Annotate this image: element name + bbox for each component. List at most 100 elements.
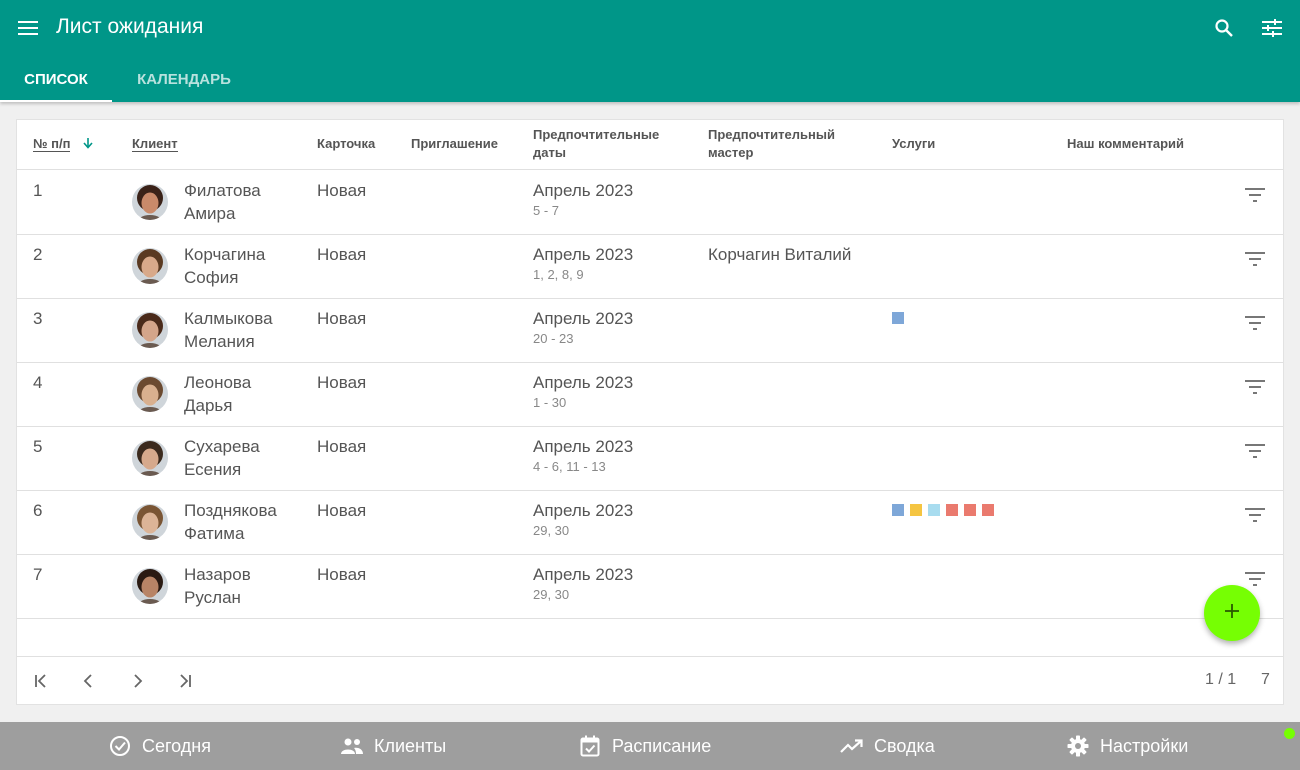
filter-icon[interactable] xyxy=(1243,247,1267,271)
preferred-month: Апрель 2023 xyxy=(533,181,634,200)
card-status: Новая xyxy=(317,245,367,264)
plus-icon xyxy=(1224,603,1240,624)
last-page-icon[interactable] xyxy=(173,669,197,693)
nav-clients-label: Клиенты xyxy=(374,735,447,756)
filter-icon[interactable] xyxy=(1243,567,1267,591)
search-icon[interactable] xyxy=(1210,14,1238,42)
column-invite-header: Приглашение xyxy=(411,136,498,151)
client-name[interactable]: Калмыкова Мелания xyxy=(184,307,273,353)
row-number: 3 xyxy=(33,309,43,328)
column-comment-header: Наш комментарий xyxy=(1067,136,1185,151)
row-number: 7 xyxy=(33,565,43,584)
column-master-label-1: Предпочтительный xyxy=(708,127,835,142)
column-dates-label-1: Предпочтительные xyxy=(533,127,660,142)
tab-list[interactable]: СПИСОК xyxy=(0,56,112,102)
column-dates-label-2: даты xyxy=(533,145,566,160)
column-services-header: Услуги xyxy=(892,136,936,151)
page-indicator: 1 / 1 xyxy=(1205,671,1237,688)
nav-clients[interactable]: Клиенты xyxy=(340,722,446,770)
filter-icon[interactable] xyxy=(1243,311,1267,335)
table-row[interactable]: 1 Филатова Амира Новая Апрель 2023 5 - 7 xyxy=(17,171,1283,235)
preferred-month: Апрель 2023 xyxy=(533,245,634,264)
check-circle-icon xyxy=(108,734,132,758)
nav-today[interactable]: Сегодня xyxy=(108,722,211,770)
client-last-name: Корчагина xyxy=(184,245,266,264)
table-header: № п/п Клиент Карточка Приглашение Предпо… xyxy=(17,120,1283,170)
nav-settings[interactable]: Настройки xyxy=(1066,722,1188,770)
preferred-days: 4 - 6, 11 - 13 xyxy=(533,459,606,474)
menu-icon[interactable] xyxy=(14,14,42,42)
tune-icon[interactable] xyxy=(1258,14,1286,42)
prev-page-icon[interactable] xyxy=(77,669,101,693)
service-color-tag xyxy=(892,504,904,516)
avatar xyxy=(132,248,168,284)
nav-today-label: Сегодня xyxy=(142,735,211,756)
row-number: 6 xyxy=(33,501,43,520)
client-name[interactable]: Сухарева Есения xyxy=(184,435,260,481)
arrow-down-icon xyxy=(82,136,94,154)
column-num-label: № п/п xyxy=(33,136,71,152)
client-first-name: Руслан xyxy=(184,588,241,607)
bottom-navigation: Сегодня Клиенты Расписание Сводка Настро… xyxy=(0,722,1300,770)
status-indicator xyxy=(1284,728,1295,739)
preferred-days: 1, 2, 8, 9 xyxy=(533,267,584,282)
pagination: 1 / 1 7 xyxy=(17,656,1283,704)
first-page-icon[interactable] xyxy=(29,669,53,693)
client-last-name: Сухарева xyxy=(184,437,260,456)
card-status: Новая xyxy=(317,565,367,584)
avatar xyxy=(132,184,168,220)
avatar xyxy=(132,440,168,476)
filter-icon[interactable] xyxy=(1243,183,1267,207)
total-count: 7 xyxy=(1261,671,1270,688)
preferred-days: 20 - 23 xyxy=(533,331,574,346)
nav-schedule-label: Расписание xyxy=(612,735,712,756)
table-row[interactable]: 6 Позднякова Фатима Новая Апрель 2023 29, 30 xyxy=(17,491,1283,555)
card-status: Новая xyxy=(317,437,367,456)
avatar xyxy=(132,312,168,348)
client-last-name: Назаров xyxy=(184,565,251,584)
column-master-header: Предпочтительный мастер xyxy=(708,126,835,162)
table-row[interactable]: 3 Калмыкова Мелания Новая Апрель 2023 20 - 23 xyxy=(17,299,1283,363)
card-status: Новая xyxy=(317,181,367,200)
client-name[interactable]: Филатова Амира xyxy=(184,179,261,225)
column-client-label: Клиент xyxy=(132,136,178,152)
filter-icon[interactable] xyxy=(1243,375,1267,399)
client-first-name: Мелания xyxy=(184,332,255,351)
page-title: Лист ожидания xyxy=(56,15,204,38)
service-color-tag xyxy=(982,504,994,516)
client-last-name: Филатова xyxy=(184,181,261,200)
row-number: 5 xyxy=(33,437,43,456)
client-name[interactable]: Позднякова Фатима xyxy=(184,499,277,545)
column-client-header[interactable]: Клиент xyxy=(132,135,178,153)
client-first-name: Амира xyxy=(184,204,236,223)
add-button[interactable] xyxy=(1204,585,1260,641)
filter-icon[interactable] xyxy=(1243,503,1267,527)
table-row[interactable]: 2 Корчагина София Новая Апрель 2023 1, 2, 8, … xyxy=(17,235,1283,299)
preferred-month: Апрель 2023 xyxy=(533,565,634,584)
row-number: 2 xyxy=(33,245,43,264)
avatar xyxy=(132,568,168,604)
client-name[interactable]: Назаров Руслан xyxy=(184,563,251,609)
people-icon xyxy=(340,734,364,758)
filter-icon[interactable] xyxy=(1243,439,1267,463)
client-name[interactable]: Корчагина София xyxy=(184,243,265,289)
preferred-days: 5 - 7 xyxy=(533,203,560,218)
calendar-check-icon xyxy=(578,734,602,758)
nav-schedule[interactable]: Расписание xyxy=(578,722,711,770)
next-page-icon[interactable] xyxy=(125,669,149,693)
nav-summary[interactable]: Сводка xyxy=(840,722,935,770)
avatar xyxy=(132,504,168,540)
column-num-header[interactable]: № п/п xyxy=(33,135,94,154)
tab-calendar[interactable]: КАЛЕНДАРЬ xyxy=(112,56,256,102)
client-last-name: Позднякова xyxy=(184,501,277,520)
client-first-name: Фатима xyxy=(184,524,245,543)
client-name[interactable]: Леонова Дарья xyxy=(184,371,251,417)
table-row[interactable]: 4 Леонова Дарья Новая Апрель 2023 1 - 30 xyxy=(17,363,1283,427)
table-row[interactable]: 7 Назаров Руслан Новая Апрель 2023 29, 30 xyxy=(17,555,1283,619)
client-first-name: Дарья xyxy=(184,396,233,415)
table-row[interactable]: 5 Сухарева Есения Новая Апрель 2023 4 - 6, 11… xyxy=(17,427,1283,491)
nav-settings-label: Настройки xyxy=(1100,735,1189,756)
trending-up-icon xyxy=(840,734,864,758)
service-color-tag xyxy=(964,504,976,516)
tab-indicator xyxy=(0,100,112,102)
